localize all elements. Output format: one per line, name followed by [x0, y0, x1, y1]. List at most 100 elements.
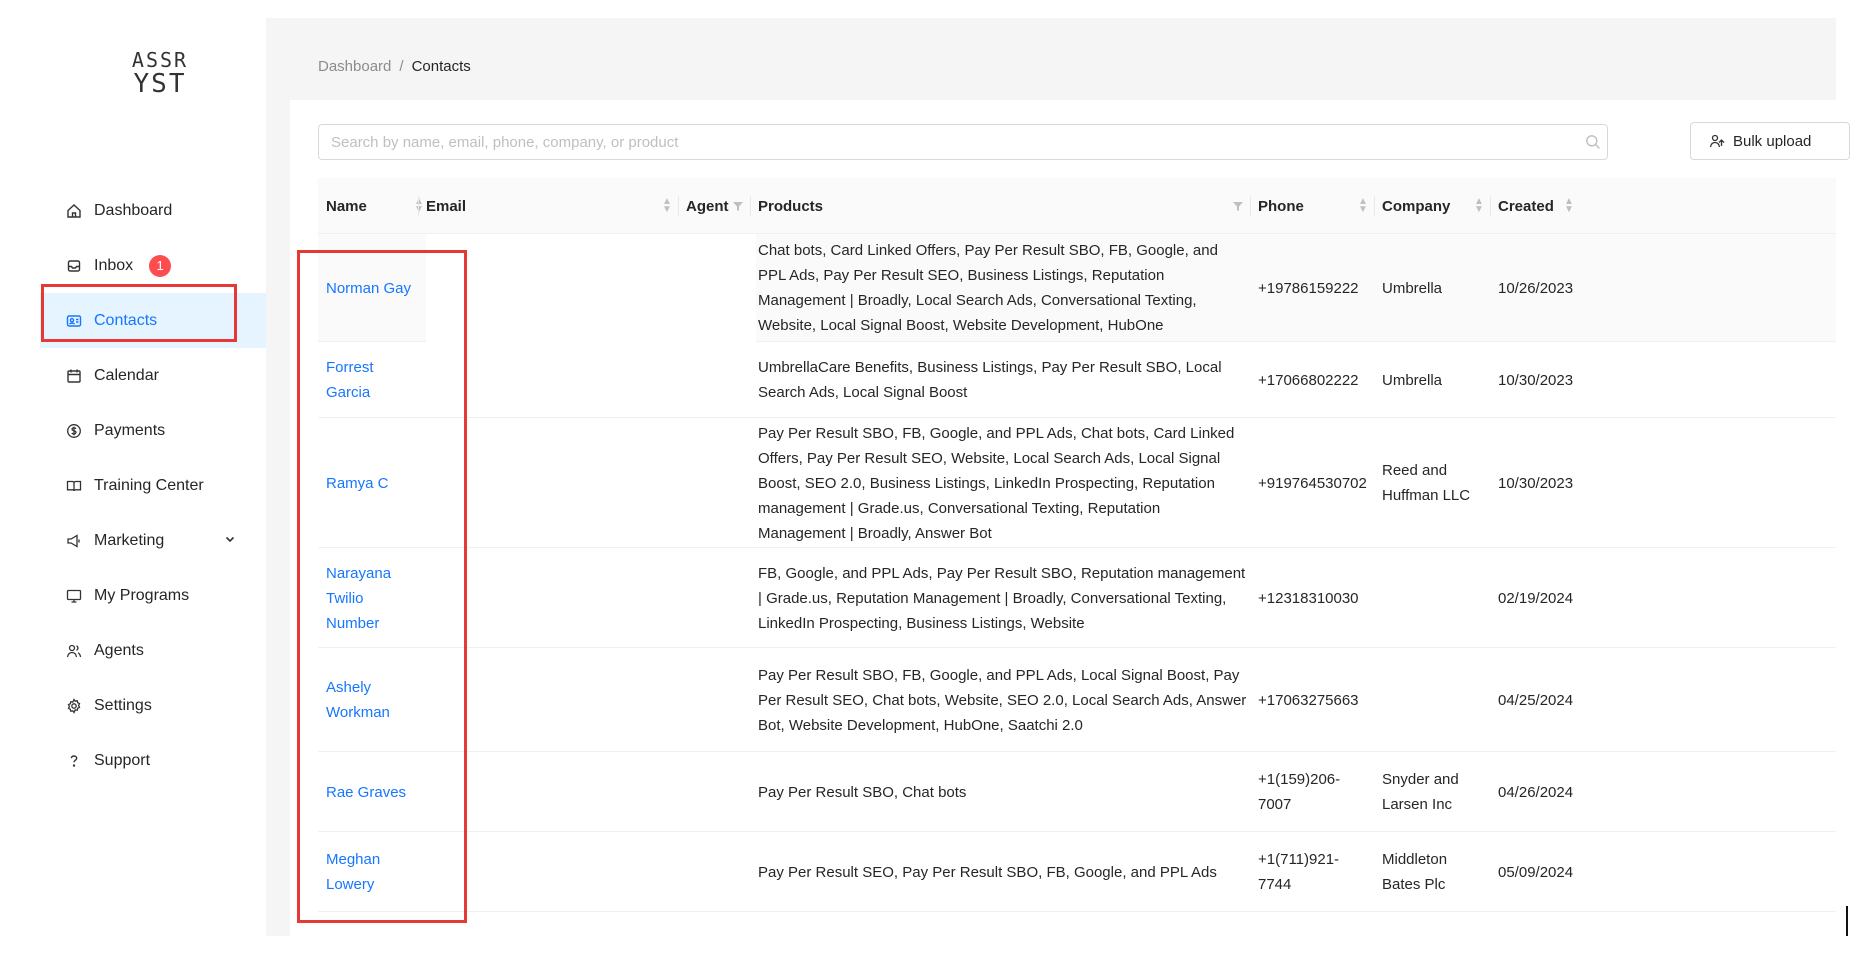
created-text: 10/30/2023: [1498, 474, 1574, 492]
contact-name-cell[interactable]: Ramya C: [326, 418, 426, 548]
created-text: 10/30/2023: [1498, 371, 1574, 389]
bulk-upload-button[interactable]: Bulk upload: [1690, 122, 1850, 160]
sidebar-item-label: Inbox: [94, 256, 134, 274]
contact-name-cell[interactable]: Forrest Garcia: [326, 342, 396, 418]
products-text: Pay Per Result SBO, FB, Google, and PPL …: [758, 424, 1235, 542]
created-text: 10/26/2023: [1498, 279, 1574, 297]
column-company-label: Company: [1382, 197, 1451, 215]
company-cell: [1382, 548, 1492, 648]
sidebar-item-my-programs[interactable]: My Programs: [40, 568, 266, 623]
products-text: Pay Per Result SEO, Pay Per Result SBO, …: [758, 863, 1217, 881]
phone-cell: +17063275663: [1258, 648, 1378, 752]
created-cell: 10/30/2023: [1498, 418, 1598, 548]
contact-name-cell[interactable]: Norman Gay: [326, 234, 426, 342]
sidebar-item-calendar[interactable]: Calendar: [40, 348, 266, 403]
contact-name-link[interactable]: Norman Gay: [326, 276, 411, 301]
table-row[interactable]: Meghan Lowery Pay Per Result SEO, Pay Pe…: [318, 832, 1836, 912]
column-products-label: Products: [758, 197, 824, 215]
products-cell: Pay Per Result SBO, Chat bots: [758, 752, 1248, 832]
sidebar-item-inbox[interactable]: Inbox 1: [40, 238, 266, 293]
sidebar-item-training-center[interactable]: Training Center: [40, 458, 266, 513]
contact-name-link[interactable]: Ramya C: [326, 471, 389, 496]
products-cell: FB, Google, and PPL Ads, Pay Per Result …: [758, 548, 1248, 648]
contact-name-link[interactable]: Forrest Garcia: [326, 355, 396, 405]
gear-icon: [66, 697, 82, 714]
table-row[interactable]: Norman Gay Chat bots, Card Linked Offers…: [318, 234, 1836, 342]
contact-name-cell[interactable]: Rae Graves: [326, 752, 426, 832]
created-text: 04/26/2024: [1498, 783, 1574, 801]
column-divider: [418, 196, 419, 216]
products-text: Pay Per Result SBO, Chat bots: [758, 783, 967, 801]
sidebar-item-marketing[interactable]: Marketing: [40, 513, 266, 568]
phone-cell: +17066802222: [1258, 342, 1378, 418]
sidebar-item-support[interactable]: Support: [40, 733, 266, 788]
company-cell: Middleton Bates Plc: [1382, 832, 1482, 912]
column-header-email[interactable]: Email: [426, 178, 466, 234]
column-header-name[interactable]: Name: [326, 178, 367, 234]
company-cell: Snyder and Larsen Inc: [1382, 752, 1482, 832]
contact-name-link[interactable]: Rae Graves: [326, 780, 406, 805]
search-icon[interactable]: [1584, 133, 1602, 151]
sidebar-item-payments[interactable]: Payments: [40, 403, 266, 458]
logo-line-2: YST: [133, 69, 187, 99]
table-header: Name ▲▼ Email ▲▼ Agent Products Phone ▲▼…: [318, 178, 1836, 234]
inbox-unread-badge: 1: [149, 254, 172, 277]
sidebar-item-settings[interactable]: Settings: [40, 678, 266, 733]
products-filter-icon[interactable]: [1232, 178, 1244, 234]
sidebar-item-label: Payments: [94, 421, 166, 439]
contact-name-cell[interactable]: Meghan Lowery: [326, 832, 398, 912]
products-text: FB, Google, and PPL Ads, Pay Per Result …: [758, 564, 1246, 632]
agent-filter-icon[interactable]: [732, 178, 744, 234]
column-header-agent[interactable]: Agent: [686, 178, 729, 234]
sidebar-item-label: My Programs: [94, 586, 190, 604]
sidebar-item-label: Support: [94, 751, 151, 769]
column-divider: [750, 196, 751, 216]
email-sort-icon[interactable]: ▲ ▼: [662, 178, 672, 234]
products-cell: UmbrellaCare Benefits, Business Listings…: [758, 342, 1248, 418]
created-text: 05/09/2024: [1498, 863, 1574, 881]
products-cell: Pay Per Result SEO, Pay Per Result SBO, …: [758, 832, 1248, 912]
phone-sort-icon[interactable]: ▲ ▼: [1358, 178, 1368, 234]
contact-name-link[interactable]: Meghan Lowery: [326, 847, 398, 897]
column-header-created[interactable]: Created: [1498, 178, 1554, 234]
chevron-down-icon[interactable]: [224, 533, 236, 548]
home-icon: [66, 203, 82, 219]
table-row[interactable]: Ashely Workman Pay Per Result SBO, FB, G…: [318, 648, 1836, 752]
table-row[interactable]: Forrest Garcia UmbrellaCare Benefits, Bu…: [318, 342, 1836, 418]
sidebar-item-agents[interactable]: Agents: [40, 623, 266, 678]
table-row[interactable]: Rae Graves Pay Per Result SBO, Chat bots…: [318, 752, 1836, 832]
sidebar-item-contacts[interactable]: Contacts: [40, 293, 269, 348]
table-row[interactable]: Ramya C Pay Per Result SBO, FB, Google, …: [318, 418, 1836, 548]
contact-name-cell[interactable]: Ashely Workman: [326, 648, 398, 752]
column-header-products[interactable]: Products: [758, 178, 823, 234]
phone-text: +19786159222: [1258, 279, 1359, 297]
search-input[interactable]: [318, 124, 1608, 160]
question-icon: [66, 753, 82, 769]
created-sort-icon[interactable]: ▲ ▼: [1564, 178, 1574, 234]
breadcrumb: Dashboard / Contacts: [318, 58, 471, 75]
brand-logo[interactable]: ASSR YST: [110, 48, 210, 99]
created-cell: 04/25/2024: [1498, 648, 1598, 752]
created-cell: 10/26/2023: [1498, 234, 1598, 342]
sidebar-item-dashboard[interactable]: Dashboard: [40, 183, 266, 238]
breadcrumb-current: Contacts: [411, 58, 471, 75]
contact-name-link[interactable]: Ashely Workman: [326, 675, 398, 725]
bulk-upload-label: Bulk upload: [1733, 132, 1812, 150]
column-header-company[interactable]: Company: [1382, 178, 1450, 234]
inbox-icon: [66, 258, 82, 274]
contact-name-link[interactable]: Narayana Twilio Number: [326, 561, 398, 636]
company-text: Snyder and Larsen Inc: [1382, 771, 1459, 813]
breadcrumb-dashboard-link[interactable]: Dashboard: [318, 58, 391, 75]
created-text: 04/25/2024: [1498, 691, 1574, 709]
column-agent-label: Agent: [686, 197, 729, 215]
table-row[interactable]: Narayana Twilio Number FB, Google, and P…: [318, 548, 1836, 648]
contact-name-cell[interactable]: Narayana Twilio Number: [326, 548, 398, 648]
column-header-phone[interactable]: Phone: [1258, 178, 1304, 234]
company-cell: Reed and Huffman LLC: [1382, 418, 1492, 548]
phone-cell: +1(159)206-7007: [1258, 752, 1358, 832]
logo-subtitle: [78, 115, 228, 127]
calendar-icon: [66, 368, 82, 384]
company-sort-icon[interactable]: ▲ ▼: [1474, 178, 1484, 234]
column-divider: [678, 196, 679, 216]
sidebar-item-label: Calendar: [94, 366, 159, 384]
